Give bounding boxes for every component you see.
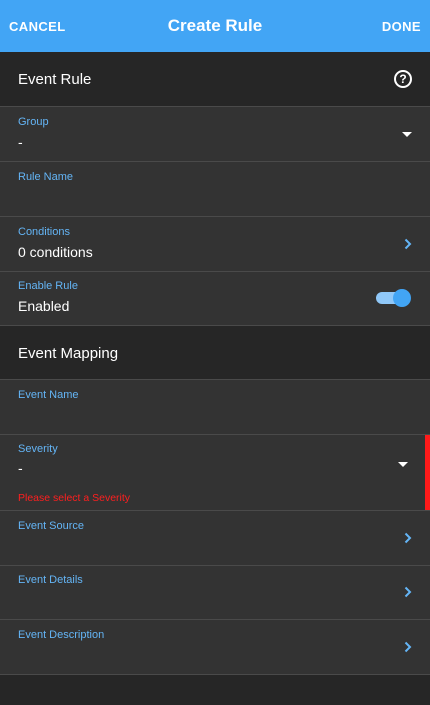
caret-down-icon (402, 132, 412, 137)
rule-name-field[interactable]: Rule Name (0, 162, 430, 217)
event-name-label: Event Name (18, 389, 79, 401)
done-button[interactable]: DONE (382, 19, 421, 34)
group-value: - (18, 134, 23, 150)
enable-rule-label: Enable Rule (18, 280, 78, 292)
group-select[interactable]: Group - (0, 107, 430, 162)
severity-error-message: Please select a Severity (18, 492, 131, 504)
severity-label: Severity (18, 443, 58, 455)
event-source-label: Event Source (18, 520, 85, 532)
section-heading-event-rule: Event Rule (18, 71, 92, 88)
dropdown-arrow (402, 132, 412, 137)
conditions-label: Conditions (18, 226, 70, 238)
event-source-item[interactable]: Event Source (0, 511, 430, 566)
dropdown-arrow (398, 462, 408, 467)
event-name-field[interactable]: Event Name (0, 380, 430, 435)
section-heading-event-mapping: Event Mapping (18, 345, 119, 362)
severity-error-indicator (425, 435, 430, 510)
rule-name-label: Rule Name (18, 171, 74, 183)
chevron-right-icon (404, 586, 412, 598)
conditions-item[interactable]: Conditions 0 conditions (0, 217, 430, 272)
group-label: Group (18, 116, 49, 128)
event-details-item[interactable]: Event Details (0, 566, 430, 620)
help-button[interactable]: ? (394, 70, 412, 88)
severity-select[interactable]: Severity - Please select a Severity (0, 435, 430, 511)
event-details-label: Event Details (18, 574, 83, 586)
toggle-knob (393, 289, 411, 307)
app-bar: CANCEL Create Rule DONE (0, 0, 430, 52)
section-event-rule: Event Rule ? (0, 52, 430, 107)
enable-rule-item: Enable Rule Enabled (0, 272, 430, 326)
caret-down-icon (398, 462, 408, 467)
help-circle-icon: ? (394, 70, 412, 88)
chevron-right-icon (404, 238, 412, 250)
event-description-item[interactable]: Event Description (0, 620, 430, 675)
chevron-right-icon (404, 641, 412, 653)
chevron-right-icon (404, 532, 412, 544)
section-event-mapping: Event Mapping (0, 326, 430, 380)
event-description-label: Event Description (18, 629, 105, 641)
footer-spacer (0, 675, 430, 705)
severity-value: - (18, 460, 23, 476)
conditions-value: 0 conditions (18, 244, 93, 260)
form-list: Event Rule ? Group - Rule Name Condition… (0, 52, 430, 675)
enable-rule-value: Enabled (18, 298, 70, 314)
page-title: Create Rule (167, 16, 263, 35)
cancel-button[interactable]: CANCEL (9, 19, 66, 34)
enable-rule-toggle[interactable] (376, 289, 411, 307)
